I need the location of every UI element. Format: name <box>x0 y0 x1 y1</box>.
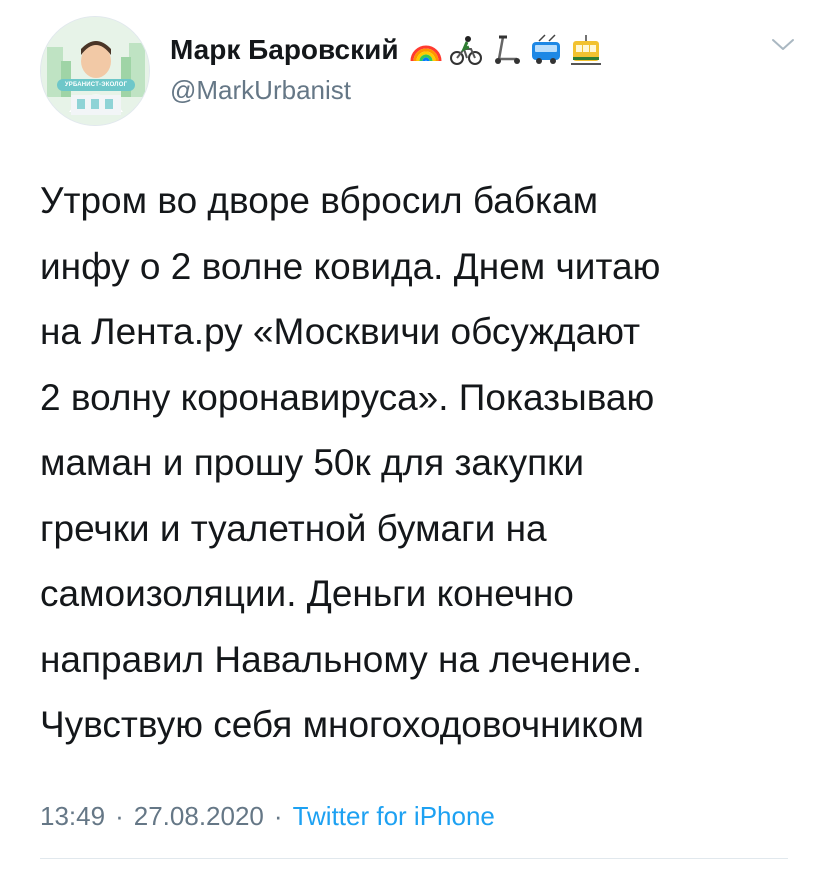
author-handle[interactable]: @MarkUrbanist <box>170 72 730 108</box>
author-names: Марк Баровский @MarkUrbanist <box>170 30 730 108</box>
divider <box>40 858 788 859</box>
tweet-meta: 13:49 · 27.08.2020 · Twitter for iPhone <box>40 796 495 836</box>
avatar[interactable]: УРБАНИСТ-ЭКОЛОГ <box>40 16 150 126</box>
tweet-date[interactable]: 27.08.2020 <box>134 801 264 831</box>
trolleybus-icon <box>529 33 563 67</box>
tweet-source-link[interactable]: Twitter for iPhone <box>293 801 495 831</box>
rainbow-icon <box>409 33 443 67</box>
display-name-row: Марк Баровский <box>170 30 730 70</box>
name-emojis <box>409 33 603 67</box>
tram-icon <box>569 33 603 67</box>
avatar-badge: УРБАНИСТ-ЭКОЛОГ <box>57 79 135 91</box>
tweet: УРБАНИСТ-ЭКОЛОГ Марк Баровский @MarkUrba… <box>0 0 828 871</box>
display-name[interactable]: Марк Баровский <box>170 30 399 70</box>
tweet-text: Утром во дворе вбросил бабкам инфу о 2 в… <box>40 180 661 745</box>
tweet-header: УРБАНИСТ-ЭКОЛОГ Марк Баровский @MarkUrba… <box>40 16 800 126</box>
meta-separator: · <box>273 801 283 831</box>
chevron-down-icon[interactable] <box>770 34 796 54</box>
tweet-time[interactable]: 13:49 <box>40 801 105 831</box>
bicycle-rider-icon <box>449 33 483 67</box>
avatar-illustration <box>41 17 149 125</box>
meta-separator: · <box>115 801 124 831</box>
kick-scooter-icon <box>489 33 523 67</box>
